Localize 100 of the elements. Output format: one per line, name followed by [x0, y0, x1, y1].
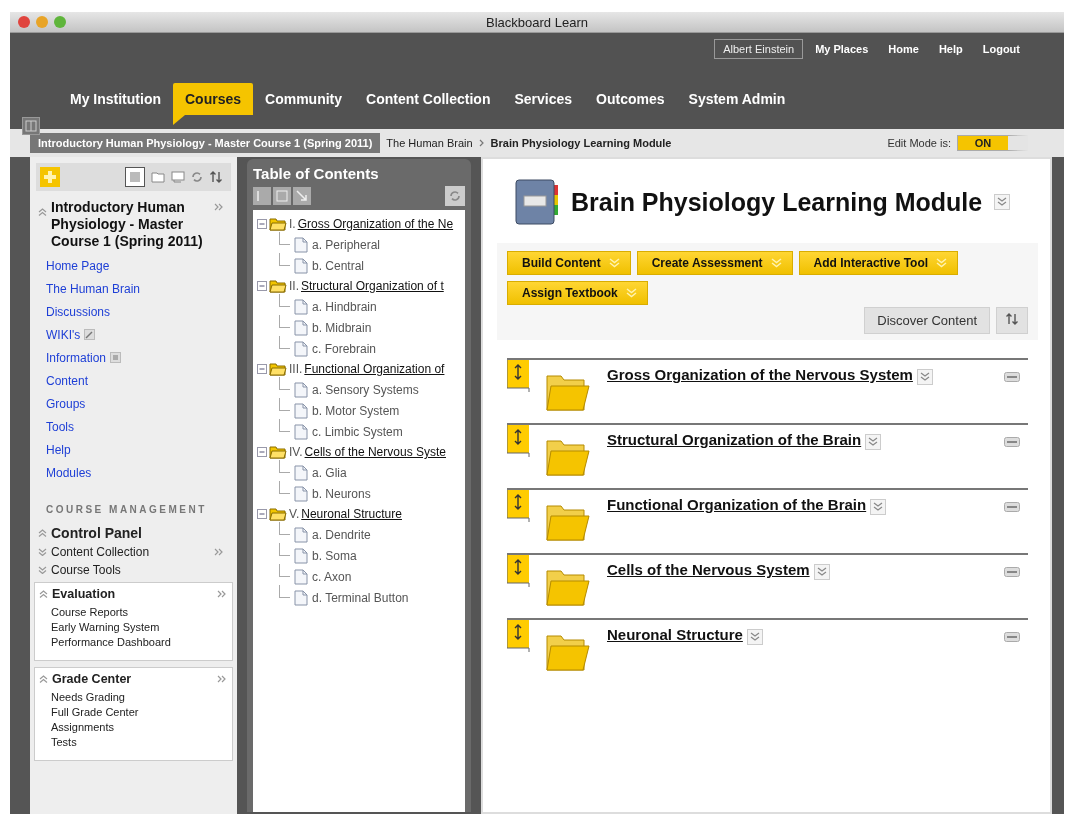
menu-section-link[interactable]: Performance Dashboard — [35, 635, 232, 650]
square-icon[interactable] — [273, 187, 291, 205]
menu-section-link[interactable]: Needs Grading — [35, 690, 232, 705]
menu-section-title[interactable]: Grade Center — [52, 672, 132, 686]
nav-tab[interactable]: System Admin — [676, 83, 798, 115]
menu-section-title[interactable]: Evaluation — [52, 587, 116, 601]
course-menu-link[interactable]: WIKI's — [46, 327, 81, 342]
tree-page-link[interactable]: b. Motor System — [312, 403, 400, 418]
course-breadcrumb[interactable]: Introductory Human Physiology - Master Course 1 (Spring 2011) — [30, 133, 381, 153]
collapse-icon[interactable] — [38, 208, 47, 216]
minimize-icon[interactable] — [1004, 567, 1020, 577]
tree-folder-link[interactable]: Neuronal Structure — [301, 507, 402, 521]
content-folder-link[interactable]: Functional Organization of the Brain — [607, 496, 867, 513]
tree-folder-link[interactable]: Structural Organization of t — [301, 279, 444, 293]
discover-content-button[interactable]: Discover Content — [864, 307, 990, 334]
sort-button[interactable] — [996, 307, 1028, 334]
tree-page-link[interactable]: b. Central — [312, 258, 365, 273]
menu-section-title[interactable]: Control Panel — [51, 525, 142, 541]
expand-icon[interactable] — [38, 566, 47, 574]
minimize-icon[interactable] — [1004, 632, 1020, 642]
collapse-icon[interactable] — [257, 364, 267, 374]
course-menu-link[interactable]: Groups — [46, 396, 86, 411]
double-chevron-icon[interactable] — [217, 675, 226, 683]
menu-section-link[interactable]: Assignments — [35, 720, 232, 735]
tree-folder-link[interactable]: Cells of the Nervous Syste — [304, 445, 446, 459]
layout-toggle-icon[interactable] — [22, 117, 40, 135]
course-menu-link[interactable]: Help — [46, 442, 71, 457]
user-name-link[interactable]: Albert Einstein — [714, 39, 804, 59]
collapse-icon[interactable] — [257, 219, 267, 229]
menu-section-link[interactable]: Course Reports — [35, 605, 232, 620]
drag-handle-icon[interactable] — [507, 490, 531, 522]
header-link[interactable]: Home — [880, 40, 927, 58]
menu-section-link[interactable]: Full Grade Center — [35, 705, 232, 720]
course-menu-link[interactable]: Information — [46, 350, 107, 365]
expand-icon[interactable] — [38, 548, 47, 556]
nav-tab[interactable]: Outcomes — [584, 83, 677, 115]
tree-page-link[interactable]: a. Dendrite — [312, 527, 371, 542]
drag-handle-icon[interactable] — [507, 360, 531, 392]
tree-page-link[interactable]: a. Peripheral — [312, 237, 381, 252]
minimize-icon[interactable] — [36, 16, 48, 28]
header-link[interactable]: Help — [930, 40, 971, 58]
menu-section-link[interactable]: Early Warning System — [35, 620, 232, 635]
course-menu-link[interactable]: Discussions — [46, 304, 111, 319]
content-folder-link[interactable]: Gross Organization of the Nervous System — [607, 366, 913, 383]
tree-page-link[interactable]: c. Limbic System — [312, 424, 403, 439]
dropdown-icon[interactable] — [994, 194, 1011, 210]
close-icon[interactable] — [18, 16, 30, 28]
drag-handle-icon[interactable] — [507, 425, 531, 457]
dropdown-icon[interactable] — [916, 369, 933, 385]
collapse-icon[interactable] — [39, 590, 48, 598]
nav-tab[interactable]: Community — [253, 83, 355, 115]
tree-page-link[interactable]: b. Midbrain — [312, 320, 372, 335]
list-view-icon[interactable] — [125, 167, 145, 187]
refresh-icon[interactable] — [445, 186, 465, 206]
header-link[interactable]: My Places — [807, 40, 877, 58]
content-folder-link[interactable]: Neuronal Structure — [607, 626, 743, 643]
course-menu-link[interactable]: The Human Brain — [46, 281, 141, 296]
tree-page-link[interactable]: a. Sensory Systems — [312, 382, 419, 397]
menu-section-link[interactable]: Tests — [35, 735, 232, 750]
minimize-icon[interactable] — [1004, 502, 1020, 512]
course-menu-link[interactable]: Modules — [46, 465, 92, 480]
dropdown-icon[interactable] — [813, 564, 830, 580]
action-menu-button[interactable]: Build Content — [507, 251, 631, 275]
content-folder-link[interactable]: Structural Organization of the Brain — [607, 431, 862, 448]
tree-page-link[interactable]: a. Glia — [312, 465, 347, 480]
tree-page-link[interactable]: d. Terminal Button — [312, 590, 409, 605]
tree-page-link[interactable]: c. Forebrain — [312, 341, 377, 356]
collapse-icon[interactable] — [38, 529, 47, 537]
nav-tab[interactable]: My Institution — [58, 83, 173, 115]
action-menu-button[interactable]: Create Assessment — [636, 251, 793, 275]
add-menu-item-button[interactable] — [40, 167, 60, 187]
action-menu-button[interactable]: Add Interactive Tool — [798, 251, 959, 275]
dropdown-icon[interactable] — [746, 629, 763, 645]
double-chevron-icon[interactable] — [217, 590, 226, 598]
double-chevron-icon[interactable] — [214, 548, 223, 556]
tree-folder-link[interactable]: Functional Organization of — [304, 362, 445, 376]
action-menu-button[interactable]: Assign Textbook — [507, 281, 648, 305]
collapse-icon[interactable] — [257, 447, 267, 457]
dropdown-icon[interactable] — [865, 434, 882, 450]
nav-tab[interactable]: Content Collection — [354, 83, 503, 115]
tree-page-link[interactable]: a. Hindbrain — [312, 299, 377, 314]
collapse-icon[interactable] — [257, 509, 267, 519]
nav-tab[interactable]: Services — [502, 83, 585, 115]
header-link[interactable]: Logout — [974, 40, 1028, 58]
zoom-icon[interactable] — [54, 16, 66, 28]
refresh-icon[interactable] — [191, 171, 203, 183]
minimize-icon[interactable] — [1004, 437, 1020, 447]
drag-handle-icon[interactable] — [507, 555, 531, 587]
tree-page-link[interactable]: b. Soma — [312, 548, 357, 563]
course-menu-link[interactable]: Content — [46, 373, 89, 388]
double-chevron-icon[interactable] — [214, 203, 223, 211]
folder-view-icon[interactable] — [151, 171, 165, 183]
edit-mode-toggle[interactable]: ON — [957, 135, 1028, 151]
minimize-icon[interactable] — [1004, 372, 1020, 382]
course-menu-link[interactable]: Home Page — [46, 258, 110, 273]
nav-tab[interactable]: Courses — [173, 83, 254, 115]
drag-handle-icon[interactable] — [507, 620, 531, 652]
collapse-icon[interactable] — [257, 281, 267, 291]
course-menu-link[interactable]: Tools — [46, 419, 74, 434]
menu-section-title[interactable]: Content Collection — [51, 545, 150, 559]
